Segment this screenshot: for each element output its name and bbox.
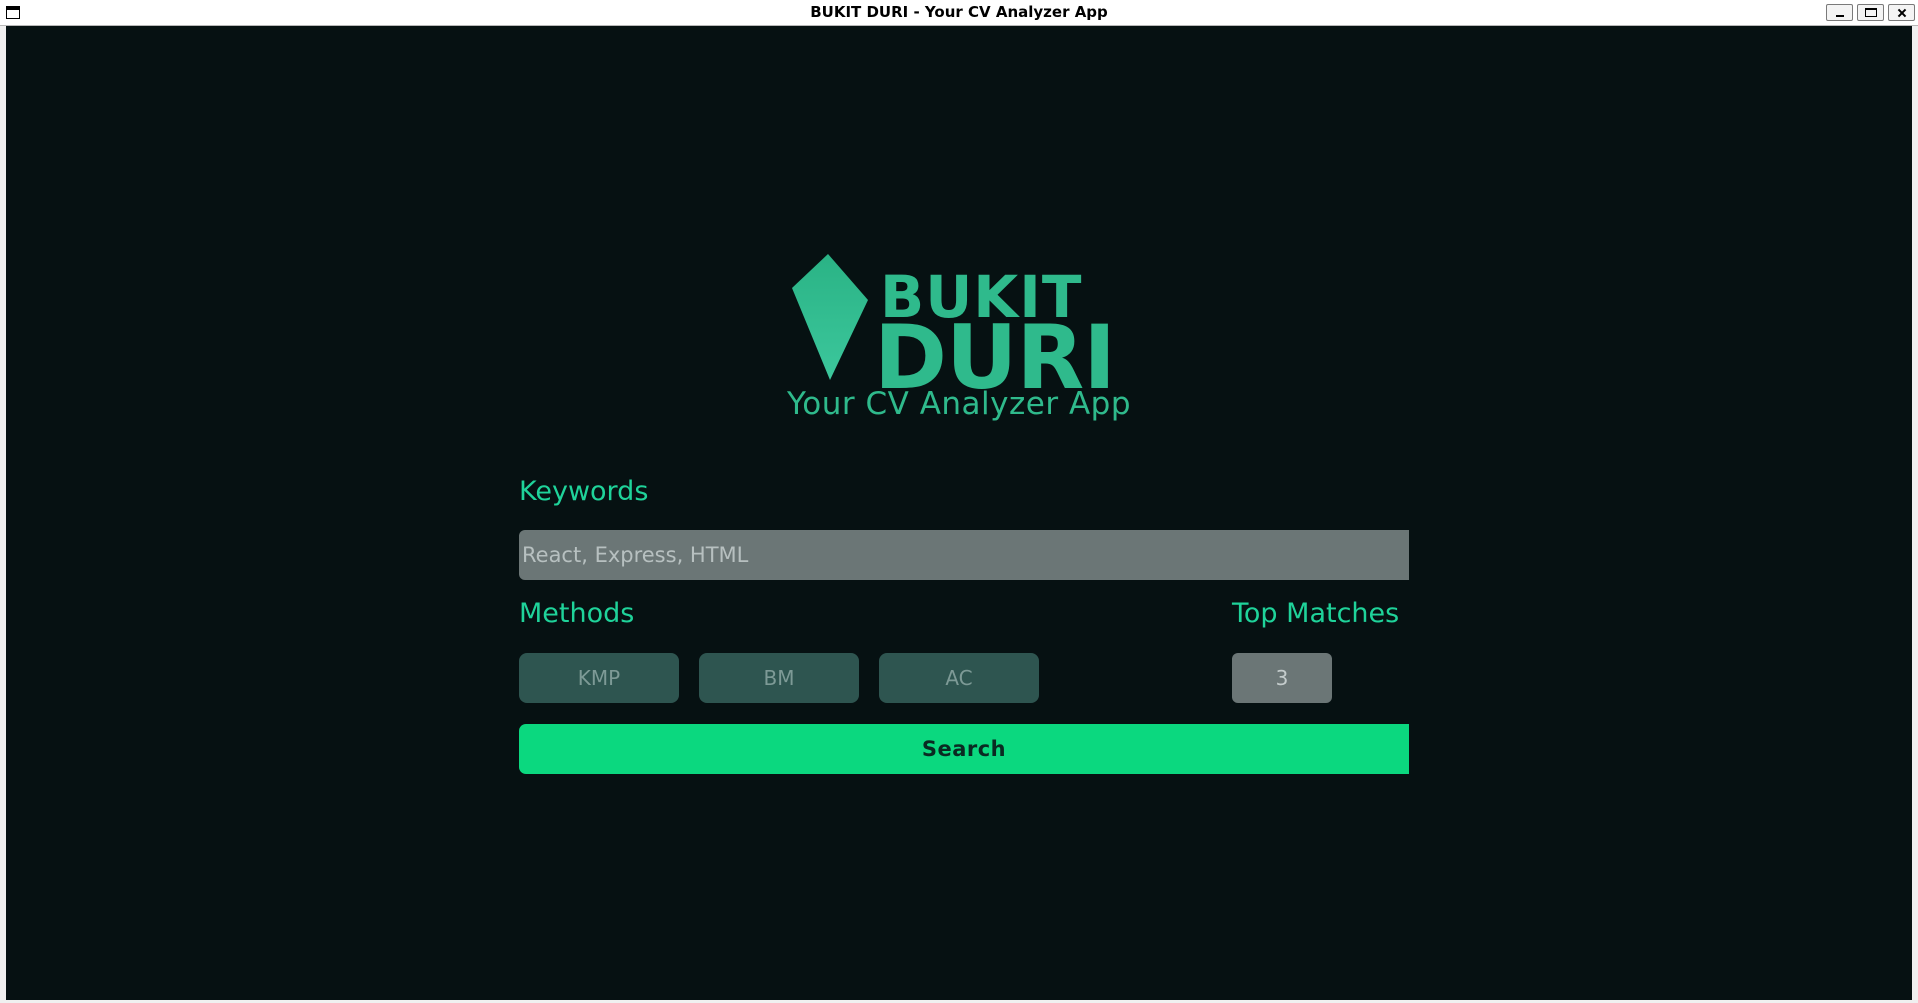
method-bm-button[interactable]: BM [699,653,859,703]
minimize-button[interactable] [1826,4,1853,21]
app-window: BUKIT DURI - Your CV Analyzer App BUKIT … [0,0,1918,1003]
keywords-input[interactable] [519,530,1409,580]
durian-leaf-icon [792,254,868,380]
methods-label: Methods [519,598,635,629]
app-content: BUKIT DURI Your CV Analyzer App Keywords… [6,26,1912,1000]
top-matches-label: Top Matches [1232,598,1400,629]
maximize-button[interactable] [1857,4,1884,21]
title-bar[interactable]: BUKIT DURI - Your CV Analyzer App [0,0,1918,26]
close-button[interactable] [1888,4,1915,21]
keywords-label: Keywords [519,476,649,507]
method-kmp-button[interactable]: KMP [519,653,679,703]
app-tagline: Your CV Analyzer App [786,386,1132,422]
top-matches-input[interactable]: 3 [1232,653,1332,703]
search-button[interactable]: Search [519,724,1409,774]
method-ac-button[interactable]: AC [879,653,1039,703]
window-title: BUKIT DURI - Your CV Analyzer App [810,3,1108,21]
